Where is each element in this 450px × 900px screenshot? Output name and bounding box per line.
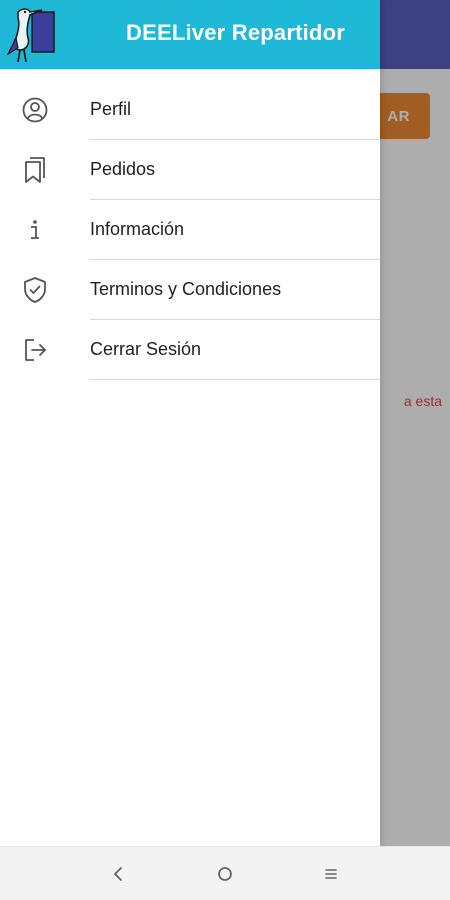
navigation-drawer: DEELiver Repartidor Perfil Pedidos Infor…	[0, 0, 380, 846]
menu-item-perfil[interactable]: Perfil	[0, 80, 380, 140]
system-navigation-bar	[0, 846, 450, 900]
menu-item-label: Terminos y Condiciones	[90, 279, 282, 299]
menu-item-label: Información	[90, 219, 185, 239]
menu-item-informacion[interactable]: Información	[0, 200, 380, 260]
bookmarks-icon	[20, 155, 50, 185]
menu-item-label: Cerrar Sesión	[90, 339, 202, 359]
menu-divider	[90, 379, 380, 380]
drawer-menu: Perfil Pedidos Información Terminos y Co…	[0, 80, 380, 380]
logout-icon	[20, 335, 50, 365]
shield-check-icon	[20, 275, 50, 305]
menu-item-terminos[interactable]: Terminos y Condiciones	[0, 260, 380, 320]
home-icon[interactable]	[211, 860, 239, 888]
drawer-header: DEELiver Repartidor	[0, 0, 380, 69]
menu-item-pedidos[interactable]: Pedidos	[0, 140, 380, 200]
account-circle-icon	[20, 95, 50, 125]
drawer-title: DEELiver Repartidor	[126, 20, 345, 45]
menu-item-cerrar-sesion[interactable]: Cerrar Sesión	[0, 320, 380, 380]
menu-item-label: Pedidos	[90, 159, 156, 179]
heron-logo-icon	[6, 8, 55, 63]
menu-item-label: Perfil	[90, 99, 132, 119]
info-icon	[20, 215, 50, 245]
back-icon[interactable]	[104, 860, 132, 888]
menu-lines-icon[interactable]	[317, 860, 345, 888]
